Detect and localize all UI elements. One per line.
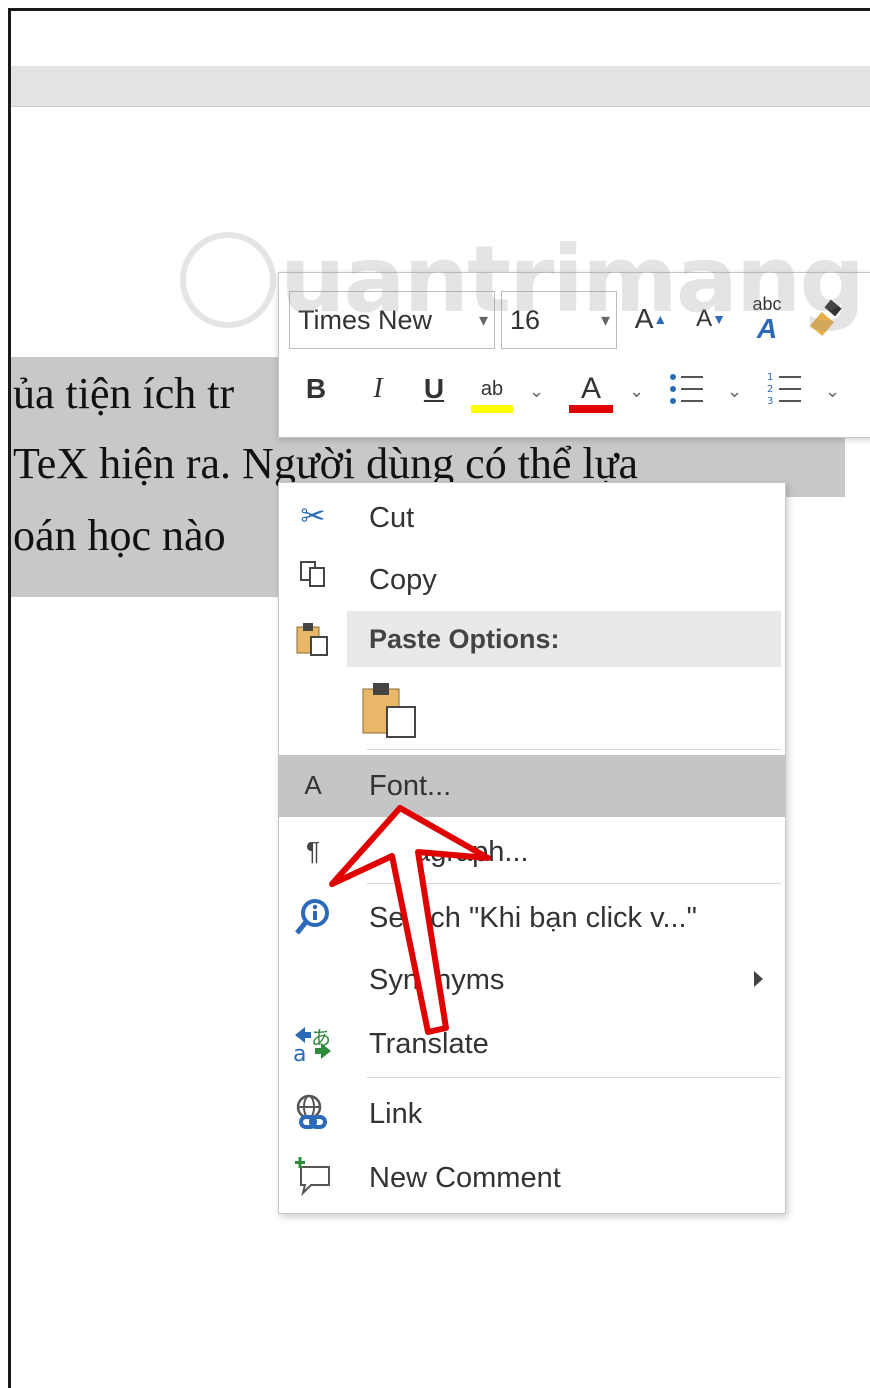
font-color-icon: A bbox=[580, 372, 601, 405]
paste-keep-text-button[interactable] bbox=[361, 679, 421, 741]
menu-item-font[interactable]: A Font... bbox=[279, 755, 785, 817]
chevron-down-icon: ▾ bbox=[478, 310, 488, 330]
numbering-icon: 1 2 3 bbox=[767, 372, 801, 407]
svg-text:a: a bbox=[293, 1042, 306, 1063]
font-size-value: 16 bbox=[510, 305, 541, 335]
font-name-value: Times New bbox=[298, 305, 433, 335]
paste-options-label: Paste Options: bbox=[369, 624, 560, 654]
format-painter-button[interactable] bbox=[803, 293, 853, 345]
document-line-2[interactable]: TeX hiện ra. Người dùng có thể lựa bbox=[13, 442, 638, 486]
menu-item-label: Paragraph... bbox=[369, 836, 529, 868]
submenu-arrow-icon bbox=[754, 971, 763, 987]
document-line-1[interactable]: ủa tiện ích tr bbox=[13, 372, 234, 416]
menu-separator bbox=[367, 883, 781, 884]
chevron-down-icon[interactable]: ⌄ bbox=[529, 365, 544, 417]
italic-button[interactable]: I bbox=[363, 363, 393, 415]
highlight-color-bar bbox=[471, 405, 513, 413]
highlight-icon: ab bbox=[480, 378, 504, 400]
menu-item-label: Cut bbox=[369, 502, 415, 534]
svg-text:3: 3 bbox=[767, 396, 773, 407]
grow-font-icon: A bbox=[634, 303, 654, 334]
paste-options-header: Paste Options: bbox=[347, 611, 781, 667]
chevron-down-icon: ▾ bbox=[600, 310, 610, 330]
menu-item-copy[interactable]: Copy bbox=[279, 549, 785, 611]
copy-icon bbox=[293, 559, 333, 599]
menu-item-translate[interactable]: a あ Translate bbox=[279, 1013, 785, 1075]
format-painter-icon bbox=[810, 299, 842, 337]
menu-item-label: Copy bbox=[369, 564, 437, 596]
toolbar-row-font: Times New ▾ 16 ▾ A▲ A▼ abc A bbox=[279, 287, 870, 349]
font-name-combo[interactable]: Times New ▾ bbox=[289, 291, 495, 349]
menu-item-search[interactable]: Search "Khi bạn click v..." bbox=[279, 887, 785, 949]
context-menu: ✂ Cut Copy Paste Options: A Font... ¶ Pa… bbox=[278, 482, 786, 1214]
font-icon: A bbox=[304, 770, 322, 800]
toolbar-row-format: B I U ab ⌄ A ⌄ ⌄ 1 2 3 ⌄ bbox=[279, 357, 870, 417]
new-comment-icon bbox=[293, 1157, 333, 1197]
menu-item-label: New Comment bbox=[369, 1162, 561, 1194]
menu-item-paragraph[interactable]: ¶ Paragraph... bbox=[279, 821, 785, 883]
styles-label: abc bbox=[752, 294, 782, 314]
mini-toolbar: Times New ▾ 16 ▾ A▲ A▼ abc A B I U ab ⌄ … bbox=[278, 272, 870, 438]
menu-separator bbox=[367, 1077, 781, 1078]
bullets-icon bbox=[670, 374, 703, 404]
link-icon bbox=[293, 1093, 333, 1133]
chevron-down-icon[interactable]: ⌄ bbox=[727, 365, 742, 417]
chevron-down-icon[interactable]: ⌄ bbox=[825, 365, 840, 417]
menu-item-label: Search "Khi bạn click v..." bbox=[369, 902, 697, 934]
scissors-icon: ✂ bbox=[300, 500, 326, 533]
menu-item-label: Link bbox=[369, 1098, 423, 1130]
menu-item-new-comment[interactable]: New Comment bbox=[279, 1147, 785, 1209]
translate-icon: a あ bbox=[293, 1023, 333, 1067]
bold-button[interactable]: B bbox=[301, 363, 331, 415]
menu-item-label: Translate bbox=[369, 1028, 489, 1060]
menu-item-label: Font... bbox=[369, 770, 452, 802]
font-color-bar bbox=[569, 405, 613, 413]
styles-icon: A bbox=[756, 313, 778, 344]
menu-item-label: Synonyms bbox=[369, 964, 505, 996]
paste-icon bbox=[293, 621, 333, 661]
shrink-font-icon: A bbox=[696, 305, 713, 332]
underline-button[interactable]: U bbox=[419, 363, 449, 415]
bullets-button[interactable] bbox=[665, 363, 709, 415]
menu-item-link[interactable]: Link bbox=[279, 1083, 785, 1145]
svg-text:1: 1 bbox=[767, 372, 773, 383]
menu-separator bbox=[367, 749, 781, 750]
grow-font-button[interactable]: A▲ bbox=[631, 293, 671, 345]
font-size-combo[interactable]: 16 ▾ bbox=[501, 291, 617, 349]
chevron-down-icon[interactable]: ⌄ bbox=[629, 365, 644, 417]
document-line-3[interactable]: oán học nào bbox=[13, 514, 226, 558]
styles-button[interactable]: abc A bbox=[745, 293, 789, 345]
menu-item-cut[interactable]: ✂ Cut bbox=[279, 487, 785, 549]
menu-item-synonyms[interactable]: Synonyms bbox=[279, 949, 785, 1011]
svg-text:2: 2 bbox=[767, 384, 773, 395]
ruler-band bbox=[11, 66, 870, 107]
paragraph-icon: ¶ bbox=[306, 836, 320, 866]
shrink-font-button[interactable]: A▼ bbox=[691, 293, 731, 345]
smart-lookup-icon bbox=[293, 897, 333, 937]
numbering-button[interactable]: 1 2 3 bbox=[763, 363, 807, 415]
paste-keep-text-icon bbox=[362, 683, 416, 738]
